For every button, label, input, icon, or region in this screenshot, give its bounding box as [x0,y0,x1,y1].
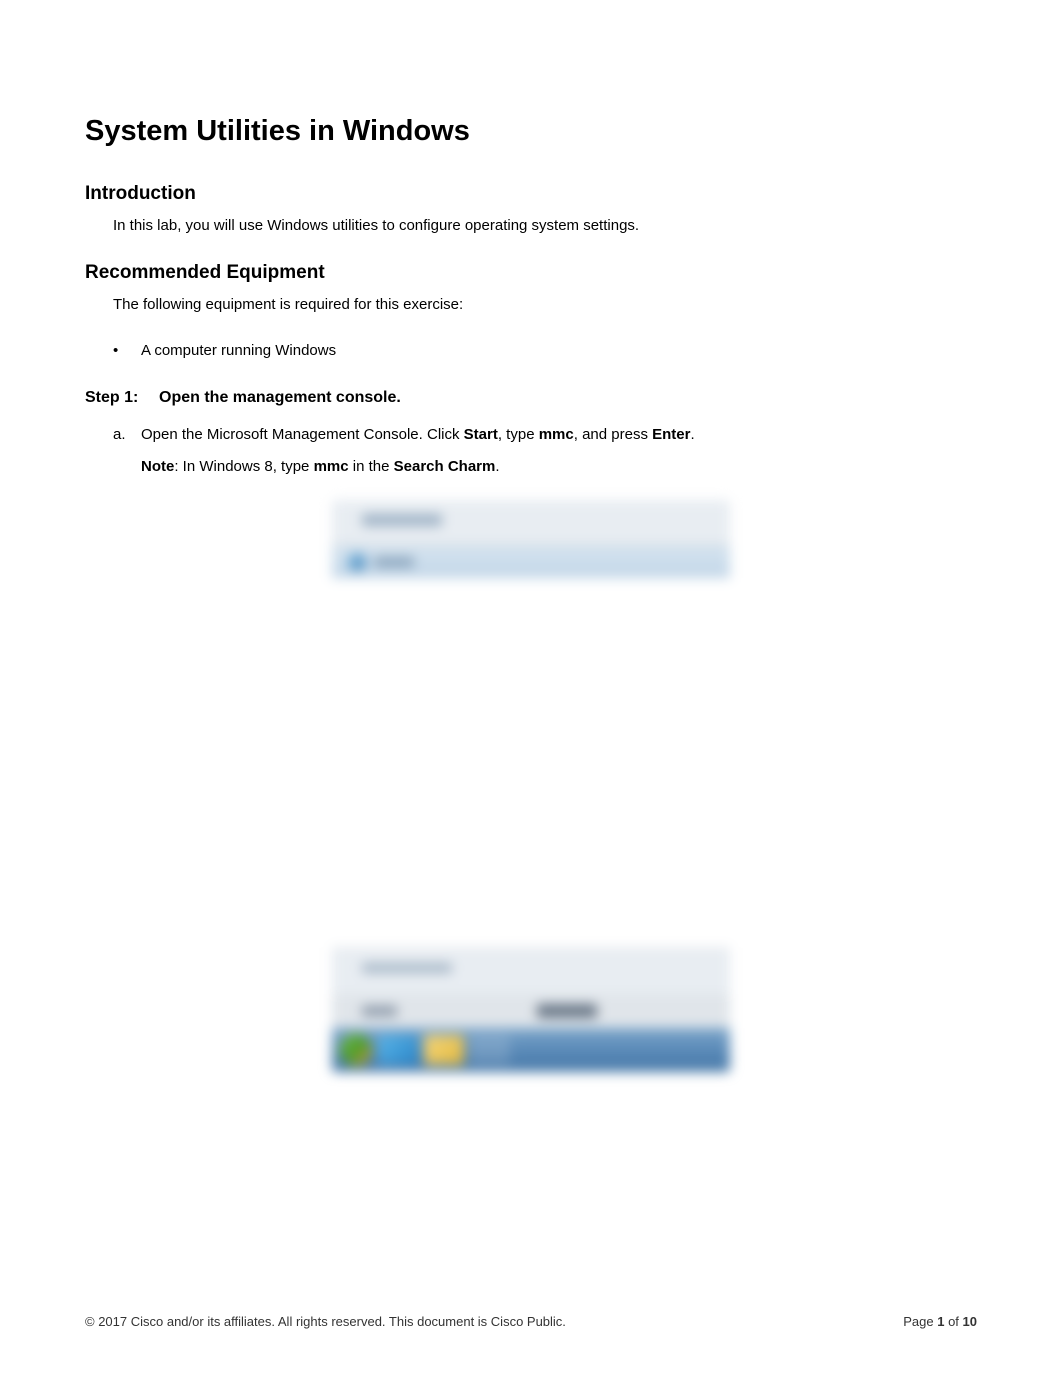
taskbar-item [378,1035,418,1065]
step-heading: Step 1: Open the management console. [85,389,977,407]
step-title: Open the management console. [159,389,401,407]
screenshot-search-bar [332,994,730,1028]
screenshot-mmc-result [332,546,730,578]
screenshot-taskbar [332,1028,730,1072]
step-letter: a. [113,421,141,450]
taskbar-item [424,1035,464,1065]
page-number: Page 1 of 10 [903,1314,977,1329]
bullet-text: A computer running Windows [141,340,336,363]
screenshot-blur-text [374,557,414,567]
screenshot-see-more [332,948,730,994]
screenshot-blur-text [362,1006,397,1016]
step-number: Step 1: [85,389,159,407]
embedded-screenshot [332,500,730,1072]
equipment-text: The following equipment is required for … [113,294,977,317]
equipment-list: • A computer running Windows [113,340,977,363]
screenshot-blur-text [537,1004,597,1018]
step-content: Open the Microsoft Management Console. C… [141,421,977,450]
mmc-icon [348,553,366,571]
document-title: System Utilities in Windows [85,115,977,148]
intro-heading: Introduction [85,183,977,205]
copyright-text: © 2017 Cisco and/or its affiliates. All … [85,1314,566,1329]
screenshot-blur-text [362,963,452,973]
bullet-marker: • [113,340,141,363]
list-item: • A computer running Windows [113,340,977,363]
page-footer: © 2017 Cisco and/or its affiliates. All … [85,1314,977,1329]
step-item: a. Open the Microsoft Management Console… [113,421,977,450]
screenshot-blur-text [362,514,442,526]
note-line: Note: In Windows 8, type mmc in the Sear… [141,453,977,482]
intro-text: In this lab, you will use Windows utilit… [113,215,977,238]
start-button-icon [340,1034,372,1066]
taskbar-item [470,1035,510,1065]
screenshot-programs-header [332,500,730,546]
equipment-heading: Recommended Equipment [85,262,977,284]
screenshot-body [332,578,730,948]
